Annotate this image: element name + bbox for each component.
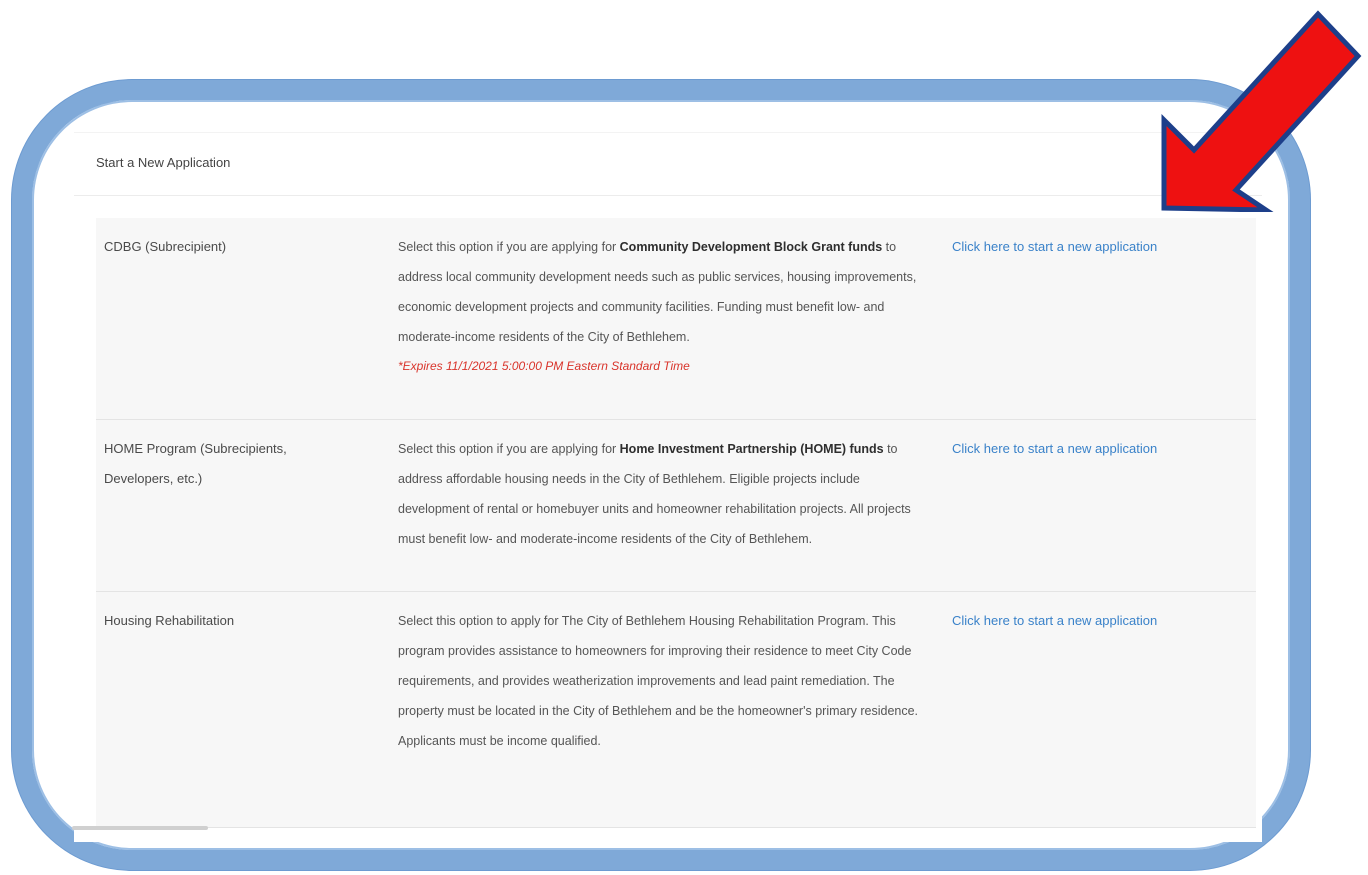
start-application-link-housing-rehab[interactable]: Click here to start a new application [952,606,1157,636]
application-name: Housing Rehabilitation [104,613,235,628]
red-arrow-icon [1161,10,1362,212]
frame-content: Start a New Application CDBG (Subrecipie… [30,98,1292,850]
panel-header: Start a New Application [74,132,1262,196]
panel-title: Start a New Application [96,155,231,170]
description-text: to address local community development n… [398,240,917,344]
description-text: Select this option to apply for The City… [398,614,919,748]
application-description: Select this option if you are applying f… [398,434,923,554]
application-description: Select this option if you are applying f… [398,232,923,380]
start-application-link-home[interactable]: Click here to start a new application [952,434,1157,464]
application-row-cdbg: CDBG (Subrecipient) Select this option i… [96,218,1256,420]
application-row-home: HOME Program (Subrecipients, Developers,… [96,420,1256,592]
start-application-link-cdbg[interactable]: Click here to start a new application [952,232,1157,262]
application-row-housing-rehab: Housing Rehabilitation Select this optio… [96,592,1256,828]
description-text: Select this option if you are applying f… [398,240,620,254]
application-name: CDBG (Subrecipient) [104,239,227,254]
expiry-notice: *Expires 11/1/2021 5:00:00 PM Eastern St… [398,359,690,373]
description-text: Select this option if you are applying f… [398,442,620,456]
application-panel: Start a New Application CDBG (Subrecipie… [74,132,1262,842]
description-text: to address affordable housing needs in t… [398,442,911,546]
description-bold-text: Community Development Block Grant funds [619,240,883,254]
horizontal-scrollbar[interactable] [72,826,208,830]
application-description: Select this option to apply for The City… [398,606,923,756]
screenshot-stage: Start a New Application CDBG (Subrecipie… [0,0,1368,875]
application-name: HOME Program (Subrecipients, Developers,… [104,441,287,486]
application-list: CDBG (Subrecipient) Select this option i… [96,218,1256,828]
description-bold-text: Home Investment Partnership (HOME) funds [619,442,884,456]
